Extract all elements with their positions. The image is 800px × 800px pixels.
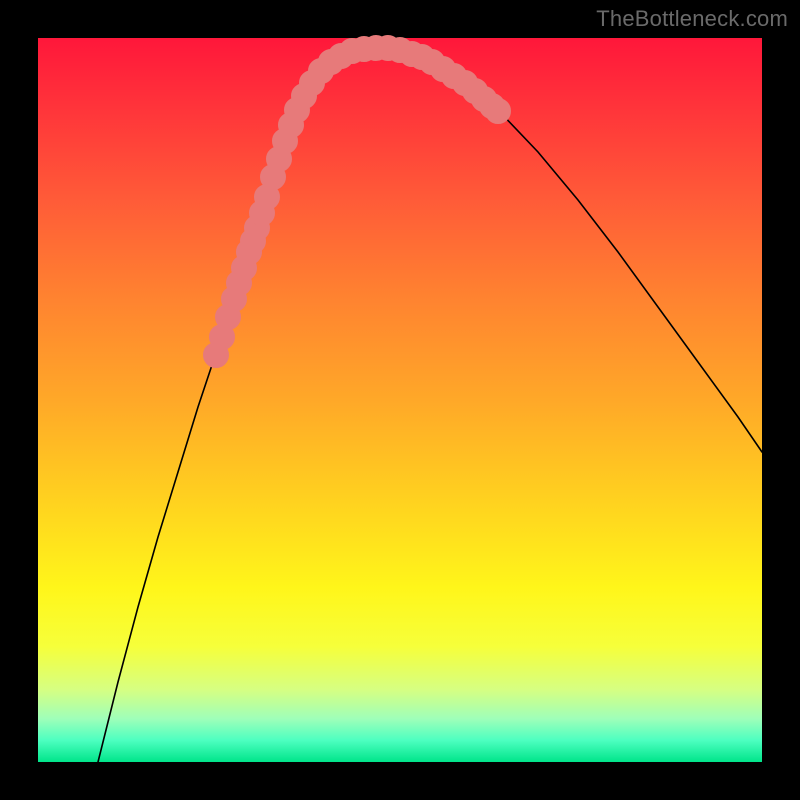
overlay-bottom-segment: [298, 42, 429, 103]
overlay-dot: [273, 153, 286, 166]
overlay-dot: [210, 349, 223, 362]
chart-svg: [38, 38, 762, 762]
overlay-dot: [222, 311, 235, 324]
overlay-dot: [261, 191, 274, 204]
overlay-dot: [267, 171, 280, 184]
watermark-text: TheBottleneck.com: [596, 6, 788, 32]
overlay-dot: [216, 331, 229, 344]
overlay-dot: [492, 105, 505, 118]
chart-frame: TheBottleneck.com: [0, 0, 800, 800]
plot-area: [38, 38, 762, 762]
overlay-right-segment: [426, 56, 505, 118]
overlay-left-segment: [210, 104, 304, 362]
main-curve: [98, 48, 762, 762]
